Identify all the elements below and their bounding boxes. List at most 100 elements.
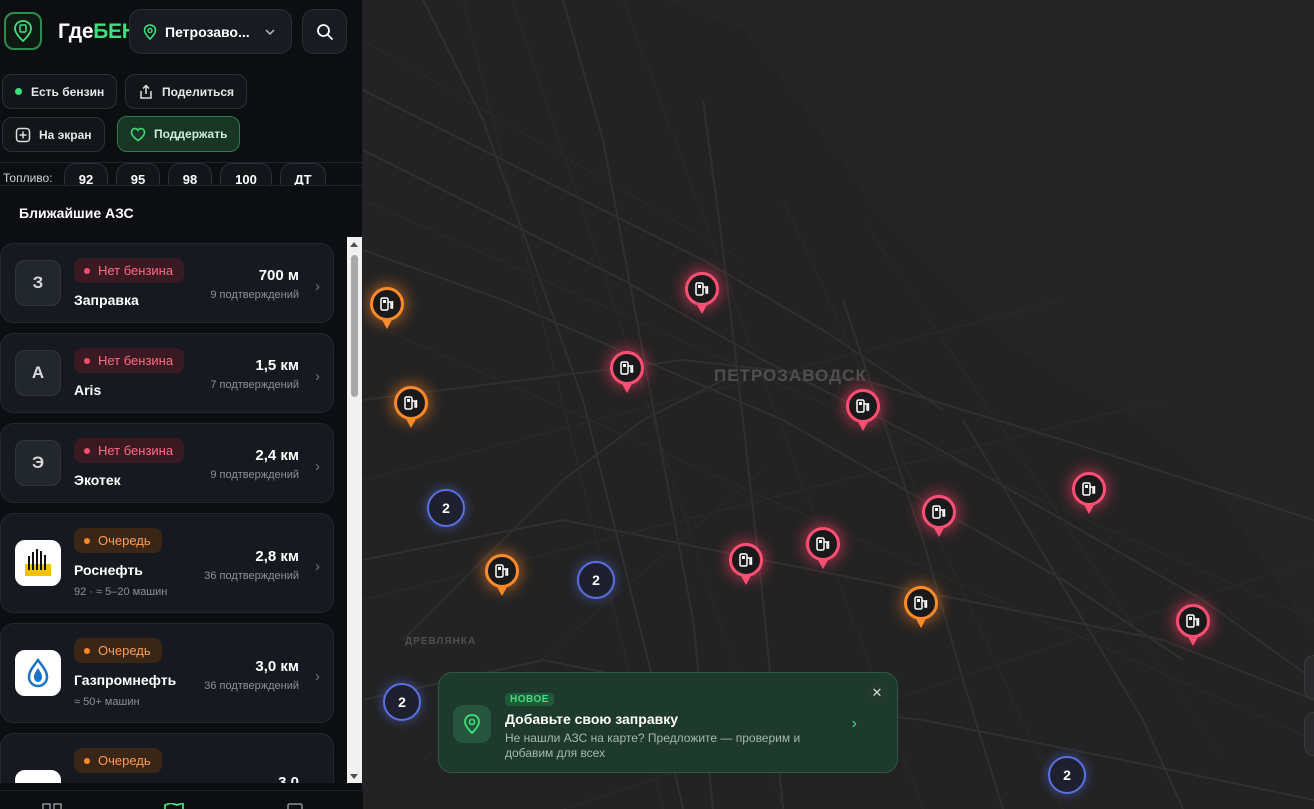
- station-pin-queue[interactable]: [392, 386, 430, 436]
- station-confirmations: 36 подтверждений: [204, 680, 299, 692]
- station-distance: 1,5 км: [255, 357, 299, 374]
- station-confirmations: 9 подтверждений: [210, 469, 299, 481]
- app-root: ПЕТРОЗАВОДСК ДРЕВЛЯНКА 2 2 2 2 НОВОЕ Доб…: [0, 0, 1314, 809]
- chip-label: Есть бензин: [31, 84, 105, 99]
- chip-label: Поддержать: [154, 127, 228, 141]
- city-select[interactable]: Петрозаво...: [129, 9, 292, 54]
- status-badge: Очередь: [74, 528, 162, 553]
- station-pin-queue[interactable]: [368, 287, 406, 337]
- fuel-type-95[interactable]: 95: [116, 163, 160, 185]
- fuel-filter-row: Топливо: 92 95 98 100 ДТ: [0, 162, 363, 186]
- station-card[interactable]: Очередь Газпромнефть ≈ 50+ машин 3,0 км …: [0, 623, 334, 723]
- station-pin-queue[interactable]: [902, 586, 940, 636]
- status-text: Очередь: [98, 643, 151, 658]
- chip-label: На экран: [39, 127, 92, 142]
- logo-icon: [4, 12, 42, 50]
- nearby-stations-title: Ближайшие АЗС: [19, 205, 134, 221]
- bottom-nav: [0, 790, 363, 809]
- fuel-pump-icon: [904, 586, 938, 620]
- station-cluster[interactable]: 2: [1048, 756, 1086, 794]
- queue-info: 92 · ≈ 5–20 машин: [74, 586, 168, 598]
- status-text: Нет бензина: [98, 353, 174, 368]
- share-icon: [140, 83, 152, 99]
- map-control-button[interactable]: [1304, 655, 1314, 699]
- close-icon[interactable]: ✕: [867, 683, 887, 703]
- station-distance: 700 м: [258, 267, 299, 284]
- add-to-screen-button[interactable]: На экран: [2, 117, 105, 152]
- status-dot-icon: [84, 647, 90, 654]
- brand-text-part1: Где: [58, 20, 94, 43]
- rosneft-logo-icon: [15, 540, 61, 586]
- fuel-pump-icon: [485, 554, 519, 588]
- grid-icon[interactable]: [42, 803, 62, 809]
- profile-icon[interactable]: [287, 803, 303, 809]
- status-badge: Нет бензина: [74, 258, 185, 283]
- station-card[interactable]: З Нет бензина Заправка 700 м 9 подтвержд…: [0, 243, 334, 323]
- support-button[interactable]: Поддержать: [117, 116, 241, 152]
- city-map-label: ПЕТРОЗАВОДСК: [714, 366, 867, 385]
- station-pin-no-fuel[interactable]: [1174, 604, 1212, 654]
- stations-list[interactable]: З Нет бензина Заправка 700 м 9 подтвержд…: [0, 243, 346, 783]
- station-pin-no-fuel[interactable]: [608, 351, 646, 401]
- share-button[interactable]: Поделиться: [125, 74, 248, 109]
- station-card[interactable]: Очередь Роснефть 92 · ≈ 5–20 машин 2,8 к…: [0, 513, 334, 613]
- station-cluster[interactable]: 2: [383, 683, 421, 721]
- station-confirmations: 36 подтверждений: [204, 570, 299, 582]
- location-pin-icon: [143, 23, 157, 40]
- station-name: Aris: [74, 382, 102, 398]
- station-pin-no-fuel[interactable]: [804, 527, 842, 577]
- scroll-down-arrow-icon[interactable]: [350, 774, 358, 779]
- queue-info: ≈ 50+ машин: [74, 696, 140, 708]
- station-pin-no-fuel[interactable]: [683, 272, 721, 322]
- status-text: Очередь: [98, 533, 151, 548]
- search-button[interactable]: [302, 9, 347, 54]
- fuel-type-98[interactable]: 98: [168, 163, 212, 185]
- location-pin-icon: [453, 705, 491, 743]
- station-name: Заправка: [74, 292, 139, 308]
- station-pin-queue[interactable]: [483, 554, 521, 604]
- status-dot-icon: [84, 357, 90, 364]
- fuel-type-diesel[interactable]: ДТ: [280, 163, 326, 185]
- scrollbar-thumb[interactable]: [351, 255, 358, 397]
- station-card[interactable]: Очередь 3,0: [0, 733, 334, 783]
- fuel-type-92[interactable]: 92: [64, 163, 108, 185]
- chevron-right-icon: ›: [315, 458, 320, 475]
- station-name: Газпромнефть: [74, 672, 177, 688]
- list-scrollbar[interactable]: [347, 237, 362, 783]
- station-cluster[interactable]: 2: [427, 489, 465, 527]
- station-pin-no-fuel[interactable]: [920, 495, 958, 545]
- green-dot-icon: [15, 88, 22, 95]
- add-station-banner[interactable]: НОВОЕ Добавьте свою заправку Не нашли АЗ…: [438, 672, 898, 773]
- station-card[interactable]: A Нет бензина Aris 1,5 км 7 подтверждени…: [0, 333, 334, 413]
- station-card[interactable]: Э Нет бензина Экотек 2,4 км 9 подтвержде…: [0, 423, 334, 503]
- station-cluster[interactable]: 2: [577, 561, 615, 599]
- status-badge: Нет бензина: [74, 438, 185, 463]
- fuel-pump-icon: [370, 287, 404, 321]
- status-text: Очередь: [98, 753, 151, 768]
- fuel-type-100[interactable]: 100: [220, 163, 272, 185]
- fuel-pump-icon: [729, 543, 763, 577]
- station-avatar: A: [15, 350, 61, 396]
- station-pin-no-fuel[interactable]: [1070, 472, 1108, 522]
- status-dot-icon: [84, 537, 90, 544]
- station-pin-no-fuel[interactable]: [727, 543, 765, 593]
- filter-has-fuel-chip[interactable]: Есть бензин: [2, 74, 118, 109]
- status-dot-icon: [84, 267, 90, 274]
- station-name: Роснефть: [74, 562, 143, 578]
- station-avatar: З: [15, 260, 61, 306]
- station-distance: 2,4 км: [255, 447, 299, 464]
- station-pin-no-fuel[interactable]: [844, 389, 882, 439]
- chevron-right-icon[interactable]: ›: [852, 715, 857, 733]
- scroll-up-arrow-icon[interactable]: [350, 242, 358, 247]
- fuel-pump-icon: [394, 386, 428, 420]
- map-icon[interactable]: [164, 803, 184, 809]
- status-dot-icon: [84, 757, 90, 764]
- station-name: Экотек: [74, 472, 121, 488]
- status-dot-icon: [84, 447, 90, 454]
- chevron-right-icon: ›: [315, 668, 320, 685]
- map-control-button[interactable]: [1304, 712, 1314, 756]
- status-badge: Очередь: [74, 638, 162, 663]
- fuel-label: Топливо:: [3, 171, 53, 185]
- new-badge: НОВОЕ: [505, 693, 554, 706]
- fuel-pump-icon: [685, 272, 719, 306]
